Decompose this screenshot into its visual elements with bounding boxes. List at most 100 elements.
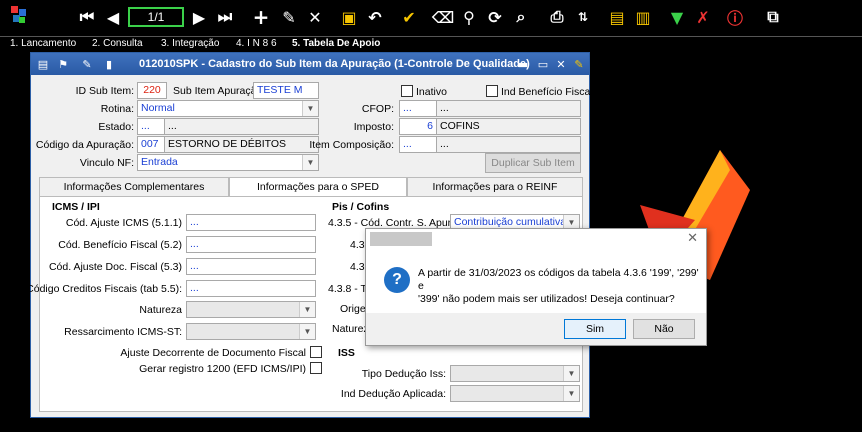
ind-beneficio-label: Ind Benefício Fiscal xyxy=(501,86,593,98)
cod-ajuste-icms-field[interactable]: ... xyxy=(186,214,316,231)
traffic-light-icon[interactable]: ⚑ xyxy=(55,56,71,72)
gerar-registro-label: Gerar registro 1200 (EFD ICMS/IPI) xyxy=(139,363,306,375)
app-logo-icon xyxy=(8,4,30,26)
undo-icon[interactable]: ↶ xyxy=(364,6,386,28)
refresh-icon[interactable]: ⟳ xyxy=(484,6,506,28)
iss-group-title: ISS xyxy=(338,347,355,359)
chevron-down-icon: ▼ xyxy=(302,155,318,170)
item-composicao-description: ... xyxy=(436,136,581,153)
sort-icon[interactable]: ⇅ xyxy=(572,6,594,28)
id-sub-item-label: ID Sub Item: xyxy=(75,85,134,97)
yes-button[interactable]: Sim xyxy=(564,319,626,339)
codigo-apuracao-description: ESTORNO DE DÉBITOS xyxy=(164,136,319,153)
estado-description: ... xyxy=(164,118,319,135)
minimize-icon[interactable]: ▬ xyxy=(515,56,531,72)
help-icon[interactable]: ⓘ xyxy=(724,6,746,28)
menu-tabela-apoio[interactable]: 5. Tabela De Apoio xyxy=(292,38,380,49)
last-record-icon[interactable]: ⏭ xyxy=(214,6,236,28)
first-record-icon[interactable]: ⏮ xyxy=(76,6,98,28)
report-search-icon[interactable]: ⌕ xyxy=(510,6,532,28)
ind-beneficio-checkbox[interactable] xyxy=(486,85,498,97)
menu-in86[interactable]: 4. I N 8 6 xyxy=(236,38,277,49)
cfop-label: CFOP: xyxy=(361,103,394,115)
duplicar-sub-item-button[interactable]: Duplicar Sub Item xyxy=(485,153,581,173)
main-toolbar: ⏮ ◀ 1/1 ▶ ⏭ + ✎ ✕ ▣ ↶ ✔ ⌫ ⚲ ⟳ ⌕ ⎙ ⇅ ▤ ▥ … xyxy=(0,0,862,36)
maximize-icon[interactable]: ▭ xyxy=(535,56,551,72)
wrench-icon[interactable]: ✎ xyxy=(79,56,95,72)
search-icon[interactable]: ⚲ xyxy=(458,6,480,28)
natureza-label: Natureza xyxy=(139,304,182,316)
cod-beneficio-fiscal-field[interactable]: ... xyxy=(186,236,316,253)
cod-creditos-fiscais-label: Código Creditos Fiscais (tab 5.5): xyxy=(26,283,182,295)
inativo-label: Inativo xyxy=(416,86,447,98)
inativo-checkbox[interactable] xyxy=(401,85,413,97)
dialog-message-line2: '399' não podem mais ser utilizados! Des… xyxy=(418,293,675,305)
dialog-footer: Sim Não xyxy=(366,313,706,345)
tipo-deducao-label: Tipo Dedução Iss: xyxy=(361,368,446,380)
window-icon[interactable]: ⧉ xyxy=(762,6,784,28)
chevron-down-icon: ▼ xyxy=(563,386,579,401)
sub-item-apuracao-field[interactable]: TESTE M xyxy=(253,82,319,99)
cod-beneficio-fiscal-label: Cód. Benefício Fiscal (5.2) xyxy=(58,239,182,251)
rotina-select[interactable]: Normal ▼ xyxy=(137,100,319,117)
cfop-field[interactable]: ... xyxy=(399,100,437,117)
cod-ajuste-icms-label: Cód. Ajuste ICMS (5.1.1) xyxy=(65,217,182,229)
sub-item-apuracao-label: Sub Item Apuração: xyxy=(173,85,266,97)
prev-record-icon[interactable]: ◀ xyxy=(102,6,124,28)
delete-icon[interactable]: ✕ xyxy=(304,6,326,28)
close-icon[interactable]: ✕ xyxy=(687,231,698,246)
rotina-label: Rotina: xyxy=(100,103,134,115)
export-icon[interactable]: ▤ xyxy=(606,6,628,28)
question-icon: ? xyxy=(384,267,410,293)
imposto-label: Imposto: xyxy=(353,121,394,133)
menu-consulta[interactable]: 2. Consulta xyxy=(92,38,143,49)
edit-icon[interactable]: ✎ xyxy=(278,6,300,28)
window-menu-icon[interactable]: ▤ xyxy=(35,56,51,72)
ressarcimento-label: Ressarcimento ICMS-ST: xyxy=(64,326,182,338)
ajuste-decorrente-checkbox[interactable] xyxy=(310,346,322,358)
ind-deducao-select[interactable]: ▼ xyxy=(450,385,580,402)
tools-icon[interactable]: ✗ xyxy=(692,6,714,28)
chevron-down-icon: ▼ xyxy=(299,302,315,317)
filter-icon[interactable]: ▼ xyxy=(666,6,688,28)
cfop-description: ... xyxy=(436,100,581,117)
chevron-down-icon: ▼ xyxy=(302,101,318,116)
save-icon[interactable]: ▣ xyxy=(338,6,360,28)
menu-integracao[interactable]: 3. Integração xyxy=(161,38,219,49)
no-button[interactable]: Não xyxy=(633,319,695,339)
menu-lancamento[interactable]: 1. Lancamento xyxy=(10,38,76,49)
estado-field[interactable]: ... xyxy=(137,118,165,135)
cod-contr-value: Contribuição cumulativa apu xyxy=(454,216,580,228)
pis-cofins-group-title: Pis / Cofins xyxy=(332,201,390,213)
notes-icon[interactable]: ▥ xyxy=(632,6,654,28)
tab-informacoes-complementares[interactable]: Informações Complementares xyxy=(39,177,229,197)
page-indicator: 1/1 xyxy=(128,7,184,27)
book-icon[interactable]: ▮ xyxy=(101,56,117,72)
pencil-icon[interactable]: ✎ xyxy=(571,56,587,72)
cod-ajuste-doc-field[interactable]: ... xyxy=(186,258,316,275)
confirm-icon[interactable]: ✔ xyxy=(398,6,420,28)
tipo-deducao-select[interactable]: ▼ xyxy=(450,365,580,382)
add-icon[interactable]: + xyxy=(250,5,272,29)
window-title: 012010SPK - Cadastro do Sub Item da Apur… xyxy=(139,58,530,70)
vinculo-nf-select[interactable]: Entrada ▼ xyxy=(137,154,319,171)
tab-informacoes-reinf[interactable]: Informações para o REINF xyxy=(407,177,583,197)
id-sub-item-field[interactable]: 220 xyxy=(137,82,167,99)
codigo-apuracao-field[interactable]: 007 xyxy=(137,136,165,153)
item-composicao-field[interactable]: ... xyxy=(399,136,437,153)
icms-ipi-group-title: ICMS / IPI xyxy=(52,201,100,213)
cod-creditos-fiscais-field[interactable]: ... xyxy=(186,280,316,297)
next-record-icon[interactable]: ▶ xyxy=(188,6,210,28)
vinculo-nf-value: Entrada xyxy=(141,156,178,168)
imposto-description: COFINS xyxy=(436,118,581,135)
dialog-message-line1: A partir de 31/03/2023 os códigos da tab… xyxy=(418,267,699,292)
gerar-registro-checkbox[interactable] xyxy=(310,362,322,374)
ressarcimento-select[interactable]: ▼ xyxy=(186,323,316,340)
tab-informacoes-sped[interactable]: Informações para o SPED xyxy=(229,177,407,197)
estado-label: Estado: xyxy=(98,121,134,133)
imposto-field[interactable]: 6 xyxy=(399,118,437,135)
print-icon[interactable]: ⎙ xyxy=(546,6,568,28)
clear-icon[interactable]: ⌫ xyxy=(432,6,455,28)
natureza-select[interactable]: ▼ xyxy=(186,301,316,318)
close-icon[interactable]: ✕ xyxy=(553,56,569,72)
